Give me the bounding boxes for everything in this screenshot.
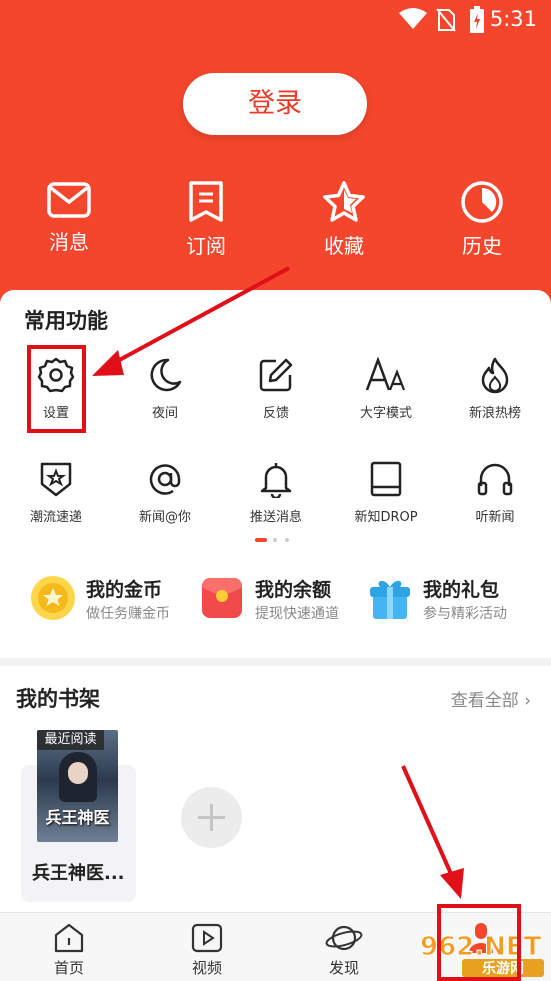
moon-icon xyxy=(115,356,215,394)
status-time: 5:31 xyxy=(489,7,537,31)
annotation-highlight-me-tab xyxy=(437,904,521,981)
wallet-title: 我的礼包 xyxy=(423,579,500,601)
gift-icon xyxy=(367,575,413,621)
book-cover[interactable]: 最近阅读 兵王神医 xyxy=(37,730,118,842)
quick-action-label: 订阅 xyxy=(186,234,226,258)
tab-video[interactable]: 视频 xyxy=(167,921,247,978)
quick-actions: 消息 订阅 收藏 历史 xyxy=(0,180,551,260)
func-label: 潮流速递 xyxy=(29,510,82,525)
at-icon xyxy=(115,460,215,498)
quick-action-label: 历史 xyxy=(462,234,502,258)
play-icon xyxy=(167,921,247,955)
quick-action-messages[interactable]: 消息 xyxy=(24,180,114,255)
font-size-icon xyxy=(336,356,436,394)
bookmark-icon xyxy=(161,180,251,224)
page-dot xyxy=(285,538,289,542)
func-label: 新浪热榜 xyxy=(468,406,521,421)
wallet-title: 我的金币 xyxy=(86,579,163,601)
book-title: 兵王神医... xyxy=(32,863,125,884)
section-divider xyxy=(0,658,551,666)
func-night-mode[interactable]: 夜间 xyxy=(115,356,215,421)
flame-icon xyxy=(445,356,545,394)
func-label: 新闻@你 xyxy=(138,510,191,525)
func-label: 新知DROP xyxy=(354,510,418,525)
wallet-subtitle: 做任务赚金币 xyxy=(86,606,170,622)
headphones-icon xyxy=(445,460,545,498)
clock-icon xyxy=(437,180,527,224)
star-icon xyxy=(299,180,389,224)
bell-icon xyxy=(226,460,326,498)
annotation-highlight-settings xyxy=(27,345,86,433)
func-hot-list[interactable]: 新浪热榜 xyxy=(445,356,545,421)
page-dot-active xyxy=(255,538,267,542)
red-envelope-icon xyxy=(199,575,245,621)
func-large-font[interactable]: 大字模式 xyxy=(336,356,436,421)
tab-label: 首页 xyxy=(53,959,84,977)
cover-title: 兵王神医 xyxy=(45,808,110,827)
edit-icon xyxy=(226,356,326,394)
header-background xyxy=(0,0,551,310)
coin-icon xyxy=(30,575,76,621)
quick-action-favorites[interactable]: 收藏 xyxy=(299,180,389,259)
quick-action-label: 消息 xyxy=(49,230,89,254)
badge-star-icon xyxy=(6,460,106,498)
book-icon xyxy=(336,460,436,498)
wifi-icon xyxy=(398,8,428,34)
mail-icon xyxy=(24,180,114,220)
func-news-at-you[interactable]: 新闻@你 xyxy=(115,460,215,525)
func-listen-news[interactable]: 听新闻 xyxy=(445,460,545,525)
quick-action-history[interactable]: 历史 xyxy=(437,180,527,259)
battery-icon xyxy=(469,6,485,38)
tab-label: 视频 xyxy=(191,959,222,977)
tab-home[interactable]: 首页 xyxy=(29,921,109,978)
view-all-link[interactable]: 查看全部 › xyxy=(451,686,531,711)
quick-action-label: 收藏 xyxy=(324,234,364,258)
status-bar: 5:31 xyxy=(0,0,551,40)
tab-label: 发现 xyxy=(328,959,359,977)
common-functions-title: 常用功能 xyxy=(24,309,108,333)
no-sim-icon xyxy=(436,8,456,36)
func-label: 推送消息 xyxy=(249,510,302,525)
func-new-knowledge-drop[interactable]: 新知DROP xyxy=(336,460,436,525)
func-trend-express[interactable]: 潮流速递 xyxy=(6,460,106,525)
plus-icon xyxy=(181,804,242,852)
wallet-title: 我的余额 xyxy=(255,579,332,601)
add-book-button[interactable] xyxy=(181,787,242,848)
func-label: 夜间 xyxy=(151,406,178,421)
wallet-subtitle: 提现快速通道 xyxy=(255,606,339,622)
tab-discover[interactable]: 发现 xyxy=(304,921,384,978)
func-label: 听新闻 xyxy=(475,510,515,525)
func-label: 大字模式 xyxy=(359,406,412,421)
func-push-messages[interactable]: 推送消息 xyxy=(226,460,326,525)
func-feedback[interactable]: 反馈 xyxy=(226,356,326,421)
page-dot xyxy=(273,538,277,542)
wallet-subtitle: 参与精彩活动 xyxy=(423,606,507,622)
recent-read-badge: 最近阅读 xyxy=(37,730,104,750)
quick-action-subscribe[interactable]: 订阅 xyxy=(161,180,251,259)
home-icon xyxy=(29,921,109,955)
cover-face xyxy=(68,762,88,784)
bookshelf-title: 我的书架 xyxy=(16,687,100,711)
func-label: 反馈 xyxy=(262,406,289,421)
planet-icon xyxy=(304,921,384,955)
login-button[interactable]: 登录 xyxy=(183,73,367,135)
